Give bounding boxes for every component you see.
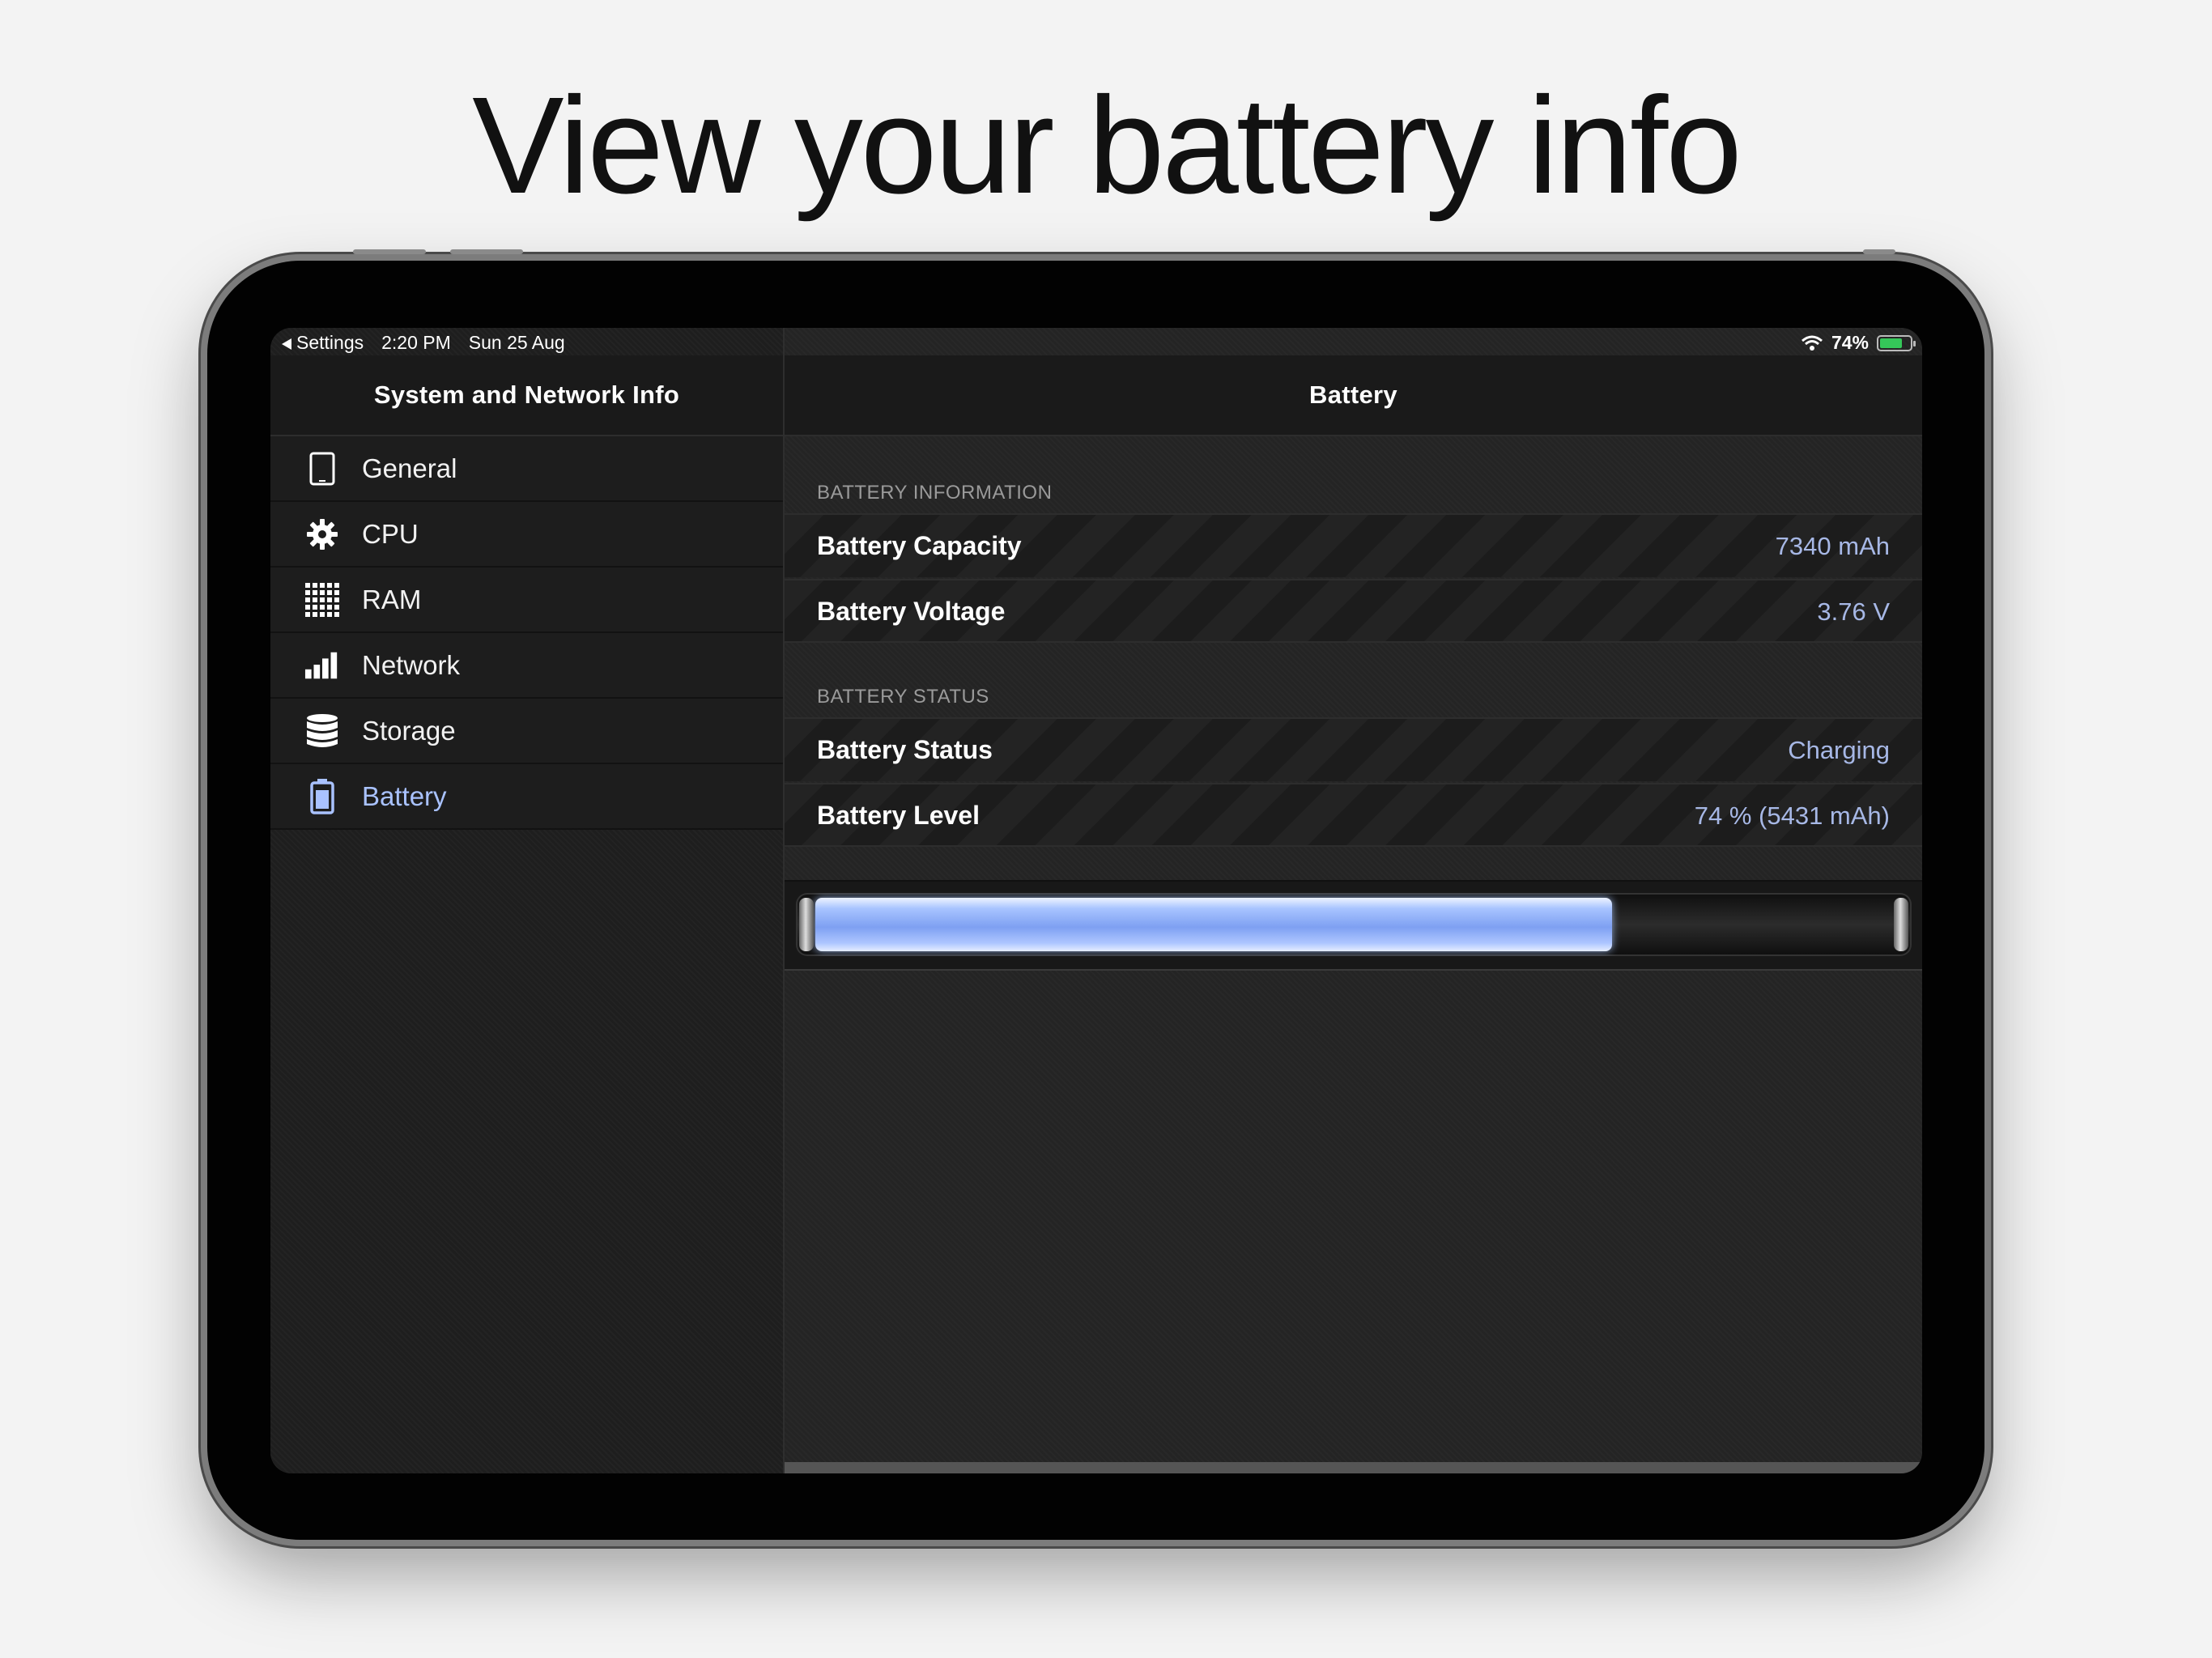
sidebar: System and Network Info General CPU RAM …	[270, 328, 785, 1473]
back-to-settings[interactable]: Settings	[282, 332, 364, 354]
status-date: Sun 25 Aug	[468, 332, 565, 353]
row-value: 7340 mAh	[1775, 532, 1890, 560]
row-label: Battery Capacity	[817, 531, 1022, 560]
status-bar: Settings 2:20 PM Sun 25 Aug 74%	[270, 328, 1922, 355]
row-value: 3.76 V	[1817, 597, 1890, 626]
bottom-scroll-strip	[785, 1462, 1922, 1473]
wifi-icon	[1801, 335, 1823, 351]
sidebar-item-label: CPU	[362, 518, 419, 549]
row-battery-status: Battery Status Charging	[785, 717, 1922, 781]
main-panel: Battery BATTERY INFORMATION Battery Capa…	[785, 328, 1922, 1473]
row-battery-voltage: Battery Voltage 3.76 V	[785, 579, 1922, 643]
tube-cap-left	[799, 898, 814, 951]
power-button	[1863, 249, 1895, 254]
sidebar-item-network[interactable]: Network	[270, 633, 783, 699]
section-header-battery-information: BATTERY INFORMATION	[817, 482, 1053, 504]
screen: Settings 2:20 PM Sun 25 Aug 74% System a…	[270, 328, 1922, 1473]
sidebar-item-ram[interactable]: RAM	[270, 568, 783, 633]
row-battery-level: Battery Level 74 % (5431 mAh)	[785, 783, 1922, 847]
sidebar-title: System and Network Info	[373, 380, 680, 409]
row-battery-capacity: Battery Capacity 7340 mAh	[785, 513, 1922, 577]
headline: View your battery info	[472, 69, 1742, 223]
page-title: Battery	[1309, 380, 1397, 409]
sidebar-item-storage[interactable]: Storage	[270, 699, 783, 764]
status-battery-fill	[1880, 338, 1902, 348]
row-label: Battery Status	[817, 735, 993, 764]
signal-bars-icon	[304, 648, 340, 683]
grid-icon	[304, 582, 340, 618]
sidebar-navbar: System and Network Info	[270, 355, 783, 436]
ipad-device-frame: Settings 2:20 PM Sun 25 Aug 74% System a…	[207, 249, 1984, 1540]
sidebar-item-general[interactable]: General	[270, 436, 783, 502]
row-value: 74 % (5431 mAh)	[1694, 801, 1890, 830]
main-navbar: Battery	[785, 355, 1922, 436]
section-header-battery-status: BATTERY STATUS	[817, 686, 989, 708]
battery-level-tube	[796, 893, 1912, 956]
sidebar-menu: General CPU RAM Network Storage Battery	[270, 436, 783, 830]
battery-level-bar	[785, 880, 1922, 971]
sidebar-item-label: General	[362, 453, 457, 483]
sidebar-item-cpu[interactable]: CPU	[270, 502, 783, 568]
battery-icon	[304, 778, 340, 814]
gear-icon	[304, 517, 340, 552]
sidebar-item-label: RAM	[362, 584, 422, 614]
sidebar-item-battery[interactable]: Battery	[270, 764, 783, 830]
row-label: Battery Level	[817, 801, 980, 830]
back-arrow-icon	[282, 338, 291, 350]
row-label: Battery Voltage	[817, 597, 1006, 626]
status-battery-icon	[1877, 334, 1916, 351]
volume-down-button	[450, 249, 523, 254]
database-icon	[304, 713, 340, 749]
tablet-icon	[304, 451, 340, 487]
back-label: Settings	[296, 332, 364, 353]
status-time: 2:20 PM	[381, 332, 451, 353]
row-value: Charging	[1788, 736, 1890, 764]
battery-level-fill	[815, 898, 1612, 951]
sidebar-item-label: Storage	[362, 715, 456, 746]
battery-percent-text: 74%	[1831, 332, 1869, 353]
tube-cap-right	[1894, 898, 1908, 951]
volume-up-button	[353, 249, 426, 254]
sidebar-item-label: Battery	[362, 780, 447, 811]
sidebar-item-label: Network	[362, 649, 461, 680]
